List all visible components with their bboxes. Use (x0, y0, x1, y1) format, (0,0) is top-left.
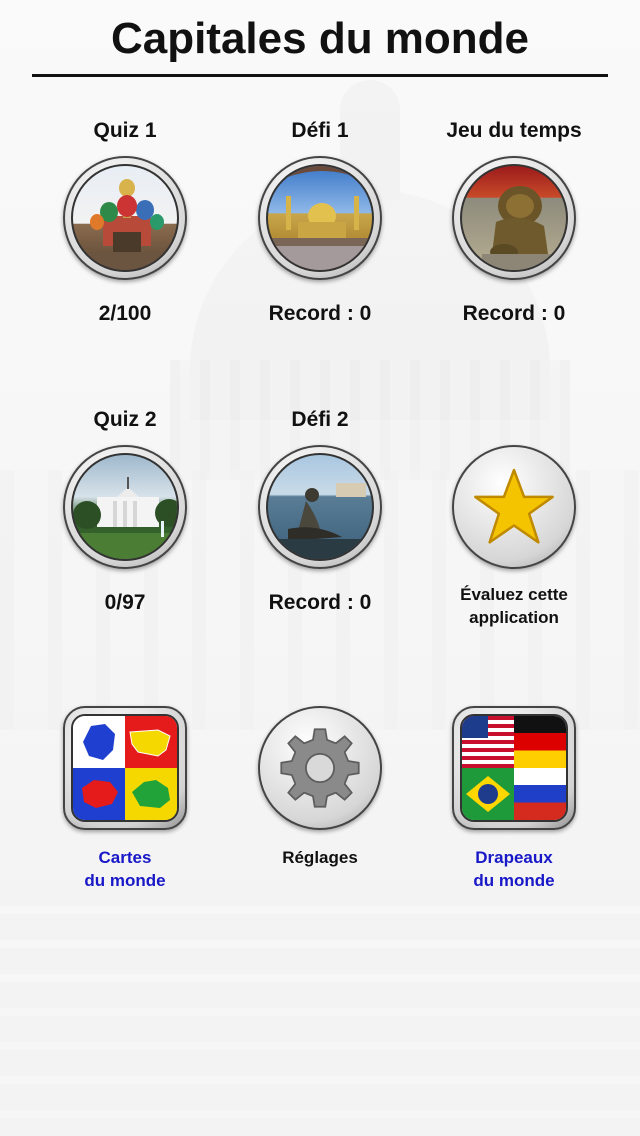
settings-tile[interactable]: Réglages (220, 706, 420, 869)
world-flags-tile[interactable]: Drapeaux du monde (414, 706, 614, 892)
quiz2-score: 0/97 (104, 591, 146, 614)
title-divider (32, 74, 608, 77)
star-icon (460, 453, 568, 561)
mosque-photo (266, 164, 374, 272)
defi1-score: Record : 0 (268, 302, 372, 325)
st-basil-cathedral-photo (71, 164, 179, 272)
defi1-label: Défi 1 (291, 119, 349, 142)
world-maps-button[interactable] (63, 706, 187, 830)
defi1-tile[interactable]: Défi 1 Record : 0 (220, 118, 420, 326)
rate-app-button[interactable] (452, 445, 576, 569)
time-game-tile[interactable]: Jeu du temps Record : 0 (414, 118, 614, 326)
lion-statue-photo (460, 164, 568, 272)
quiz1-label: Quiz 1 (93, 119, 157, 142)
rate-app-label-line1: Évaluez cette (460, 585, 568, 604)
time-game-label: Jeu du temps (446, 119, 582, 142)
little-mermaid-photo (266, 453, 374, 561)
world-maps-label-line2: du monde (84, 871, 166, 890)
time-game-score: Record : 0 (462, 302, 566, 325)
world-maps-tile[interactable]: Cartes du monde (25, 706, 225, 892)
germany-flag-icon (514, 716, 566, 768)
world-flags-icon (460, 714, 568, 822)
rate-app-spacer (414, 407, 614, 433)
gear-icon (266, 714, 374, 822)
page-title: Capitales du monde (110, 14, 530, 63)
white-house-photo (71, 453, 179, 561)
defi2-tile[interactable]: Défi 2 Record : 0 (220, 407, 420, 615)
world-flags-button[interactable] (452, 706, 576, 830)
world-maps-label-line1: Cartes (98, 848, 152, 867)
quiz1-score: 2/100 (98, 302, 152, 325)
settings-button[interactable] (258, 706, 382, 830)
rate-app-label-line2: application (469, 608, 559, 627)
quiz1-button[interactable] (63, 156, 187, 280)
header: Capitales du monde (0, 0, 640, 80)
world-flags-label-line1: Drapeaux (475, 848, 553, 867)
usa-flag-icon (462, 716, 514, 768)
defi2-button[interactable] (258, 445, 382, 569)
defi2-score: Record : 0 (268, 591, 372, 614)
quiz2-button[interactable] (63, 445, 187, 569)
brazil-flag-icon (462, 768, 514, 820)
quiz2-label: Quiz 2 (93, 408, 157, 431)
settings-label: Réglages (282, 848, 358, 867)
defi1-button[interactable] (258, 156, 382, 280)
quiz1-tile[interactable]: Quiz 1 2/100 (25, 118, 225, 326)
quiz2-tile[interactable]: Quiz 2 0/97 (25, 407, 225, 615)
world-flags-label-line2: du monde (473, 871, 555, 890)
time-game-button[interactable] (452, 156, 576, 280)
russia-flag-icon (514, 768, 566, 820)
defi2-label: Défi 2 (291, 408, 349, 431)
world-maps-icon (71, 714, 179, 822)
rate-app-tile[interactable]: Évaluez cette application (414, 407, 614, 629)
